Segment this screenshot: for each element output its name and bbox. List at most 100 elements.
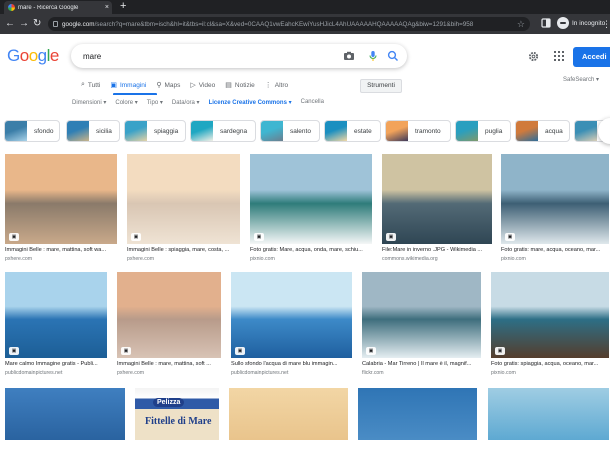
related-chip-acqua[interactable]: acqua — [515, 120, 570, 142]
result-caption[interactable]: Foto gratis: spiaggia, acqua, oceano, ma… — [491, 361, 609, 367]
lock-icon — [53, 21, 58, 27]
result-caption[interactable]: Foto gratis: mare, acqua, oceano, mar... — [501, 247, 609, 253]
result-caption[interactable]: Immagini Belle : mare, mattina, soft wa.… — [5, 247, 117, 253]
settings-gear-icon[interactable] — [528, 51, 539, 62]
tab-video[interactable]: ▷ Video — [190, 78, 215, 92]
search-icon[interactable] — [387, 50, 399, 62]
clear-filters[interactable]: Cancella — [301, 99, 324, 109]
result-thumbnail[interactable] — [5, 388, 125, 440]
result-thumbnail[interactable] — [358, 388, 477, 440]
image-result[interactable]: ▣ Foto gratis: spiaggia, acqua, oceano, m… — [491, 272, 609, 380]
tab-all[interactable]: ⌕ Tutti — [81, 78, 100, 92]
result-caption[interactable]: Mare calmo Immagine gratis - Publi... — [5, 361, 107, 367]
result-thumbnail[interactable] — [229, 388, 348, 440]
image-result[interactable]: ▣ Sullo sfondo l'acqua di mare blu immagi… — [231, 272, 352, 380]
related-chip-tramonto[interactable]: tramonto — [385, 120, 451, 142]
result-thumbnail[interactable]: Pelizza Fittelle di Mare — [135, 388, 219, 440]
search-input[interactable] — [83, 48, 333, 64]
result-caption[interactable]: Sullo sfondo l'acqua di mare blu immagin… — [231, 361, 352, 367]
license-icon: ▣ — [235, 347, 245, 355]
image-result[interactable]: ▣ Calabria - Mar Tirreno | Il mare è il, … — [362, 272, 481, 380]
image-result[interactable] — [358, 388, 477, 462]
image-result[interactable]: Pelizza Fittelle di Mare — [135, 388, 219, 462]
tab-news[interactable]: ▤ Notizie — [225, 78, 255, 92]
license-icon: ▣ — [254, 233, 264, 241]
related-chip-puglia[interactable]: puglia — [455, 120, 511, 142]
result-thumbnail[interactable] — [127, 154, 240, 244]
browser-menu-icon[interactable]: ⋮ — [602, 17, 610, 31]
tab-search-icon[interactable] — [541, 18, 551, 28]
filter-time[interactable]: Data/ora ▾ — [172, 99, 200, 109]
bookmark-star-icon[interactable]: ☆ — [517, 17, 525, 31]
related-chip-sfondo[interactable]: sfondo — [4, 120, 60, 142]
microphone-icon[interactable] — [367, 50, 379, 62]
google-favicon-icon — [8, 4, 15, 11]
image-result[interactable] — [229, 388, 348, 462]
license-icon: ▣ — [495, 347, 505, 355]
result-caption[interactable]: File:Mare in inverno .JPG - Wikimedia ..… — [382, 247, 492, 253]
tools-button[interactable]: Strumenti — [360, 79, 402, 93]
result-source: pixnio.com — [250, 256, 275, 262]
image-result[interactable]: ▣ Immagini Belle : mare, mattina, soft wa… — [5, 154, 117, 266]
camera-search-icon[interactable] — [343, 50, 355, 62]
related-chip-spiaggia[interactable]: spiaggia — [124, 120, 186, 142]
image-result[interactable]: ▣ Foto gratis: mare, acqua, oceano, mar..… — [501, 154, 609, 266]
related-chip-estate[interactable]: estate — [324, 120, 381, 142]
result-thumbnail[interactable] — [117, 272, 221, 358]
image-result[interactable]: ▣ File:Mare in inverno .JPG - Wikimedia .… — [382, 154, 492, 266]
result-source: publicdomainpictures.net — [5, 370, 63, 376]
result-thumbnail[interactable] — [491, 272, 609, 358]
forward-arrow-icon[interactable]: → — [19, 16, 29, 32]
result-thumbnail[interactable] — [5, 154, 117, 244]
chip-thumbnail — [575, 121, 597, 141]
tab-more[interactable]: ⋮ Altro — [265, 78, 288, 92]
close-tab-icon[interactable]: × — [105, 4, 109, 11]
filter-license[interactable]: Licenze Creative Commons ▾ — [209, 99, 292, 109]
related-chip-sardegna[interactable]: sardegna — [190, 120, 256, 142]
result-thumbnail[interactable] — [488, 388, 609, 440]
filter-type[interactable]: Tipo ▾ — [147, 99, 163, 109]
license-icon: ▣ — [9, 347, 19, 355]
product-title: Fittelle di Mare — [145, 416, 212, 427]
chip-thumbnail — [456, 121, 478, 141]
incognito-indicator[interactable]: In incognito — [557, 17, 605, 29]
result-caption[interactable]: Foto gratis: Mare, acqua, onda, mare, sc… — [250, 247, 372, 253]
filter-color[interactable]: Colore ▾ — [115, 99, 137, 109]
image-result[interactable]: ▣ Immagini Belle : spiaggia, mare, costa,… — [127, 154, 240, 266]
result-thumbnail[interactable] — [250, 154, 372, 244]
search-box — [71, 44, 407, 68]
address-bar[interactable]: google.com/search?q=mare&tbm=isch&hl=it&… — [48, 17, 530, 31]
related-chip-salento[interactable]: salento — [260, 120, 320, 142]
result-caption[interactable]: Immagini Belle : spiaggia, mare, costa, … — [127, 247, 240, 253]
license-icon: ▣ — [121, 347, 131, 355]
result-thumbnail[interactable] — [362, 272, 481, 358]
active-tab-indicator — [113, 93, 157, 95]
chip-thumbnail — [386, 121, 408, 141]
image-result[interactable]: ▣ Foto gratis: Mare, acqua, onda, mare, s… — [250, 154, 372, 266]
google-logo[interactable]: Google — [7, 46, 59, 66]
image-result[interactable]: ▣ Immagini Belle : mare, mattina, soft ..… — [117, 272, 221, 380]
chip-thumbnail — [516, 121, 538, 141]
result-thumbnail[interactable] — [231, 272, 352, 358]
related-chip-sicilia[interactable]: sicilia — [66, 120, 120, 142]
result-caption[interactable]: Immagini Belle : mare, mattina, soft ... — [117, 361, 221, 367]
tab-maps[interactable]: ⚲ Maps — [156, 78, 180, 92]
result-thumbnail[interactable] — [501, 154, 609, 244]
image-result[interactable] — [488, 388, 609, 462]
chip-label: acqua — [545, 127, 563, 135]
filter-size[interactable]: Dimensioni ▾ — [72, 99, 106, 109]
result-thumbnail[interactable] — [382, 154, 492, 244]
result-thumbnail[interactable] — [5, 272, 107, 358]
result-caption[interactable]: Calabria - Mar Tirreno | Il mare è il, m… — [362, 361, 481, 367]
signin-button[interactable]: Accedi — [573, 47, 610, 67]
image-result[interactable] — [5, 388, 125, 462]
safesearch-menu[interactable]: SafeSearch ▾ — [563, 76, 599, 83]
google-apps-icon[interactable] — [554, 51, 564, 61]
tab-images[interactable]: ▣ Immagini — [110, 78, 146, 92]
new-tab-button[interactable]: + — [120, 0, 126, 13]
back-arrow-icon[interactable]: ← — [5, 16, 15, 32]
reload-icon[interactable]: ↻ — [33, 16, 41, 32]
chip-label: sfondo — [34, 127, 54, 135]
image-result[interactable]: ▣ Mare calmo Immagine gratis - Publi... pu… — [5, 272, 107, 380]
browser-tab[interactable]: mare - Ricerca Google × — [4, 1, 112, 14]
